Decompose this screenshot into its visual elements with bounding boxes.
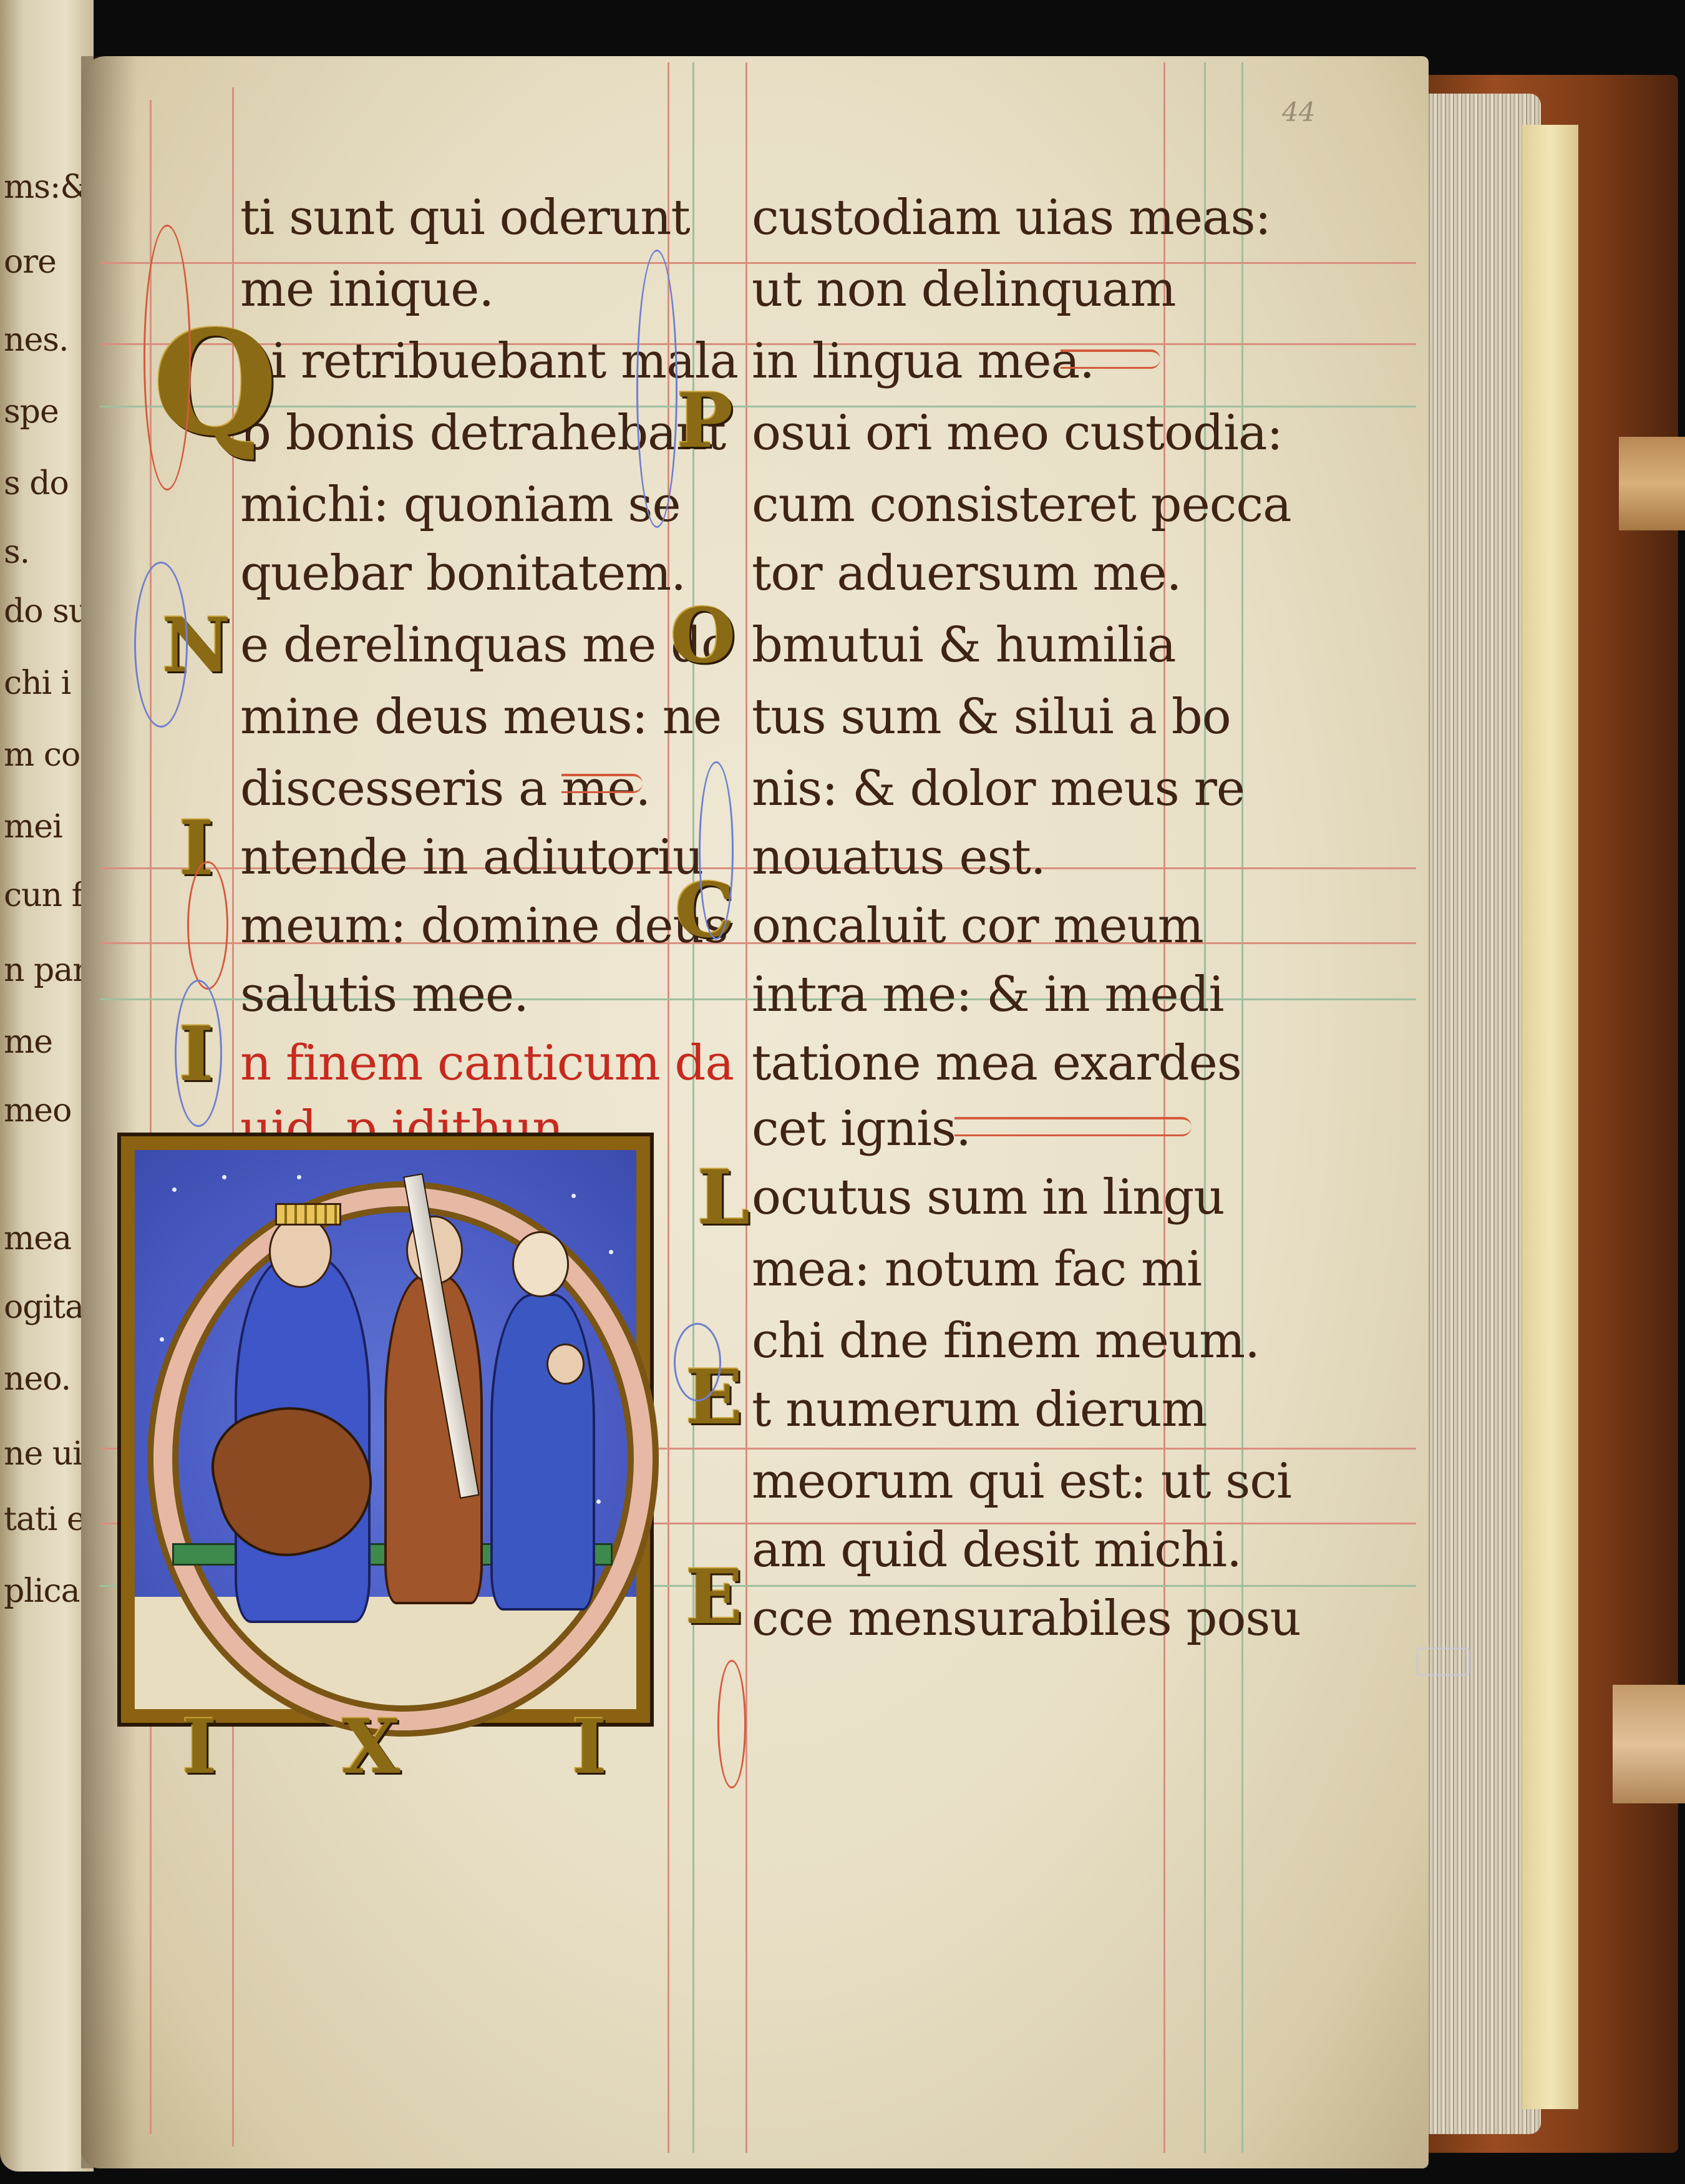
text-line: meum: domine deus (240, 898, 729, 954)
left-page-fragment: ne ui (4, 1435, 83, 1473)
text-line: quebar bonitatem. (240, 545, 686, 602)
initial-p: P (676, 377, 734, 465)
ruling-line (1204, 62, 1206, 2153)
clasp-strap-top (1619, 437, 1685, 530)
rubric-line: n finem canticum da (240, 1035, 734, 1091)
text-line: nis: & dolor meus re (752, 761, 1245, 817)
text-line: ntende in adiutoriu (240, 829, 704, 885)
left-page-fragment: s. (4, 534, 30, 571)
text-line: salutis mee. (240, 967, 529, 1023)
left-page-fragment: do su (4, 593, 89, 630)
woman-robe (490, 1294, 595, 1611)
ruling-line (1163, 62, 1165, 2153)
text-line: tor aduersum me. (752, 545, 1182, 602)
pen-flourish (187, 861, 228, 990)
ruling-line (745, 62, 747, 2153)
initial-stroke: I (571, 1703, 608, 1791)
dot-ornament (222, 1175, 226, 1179)
text-line: me inique. (240, 261, 494, 318)
text-line: e derelinquas me do (240, 617, 731, 673)
text-line: tatione mea exardes (752, 1035, 1242, 1091)
left-page-fragment: spe (4, 393, 59, 431)
text-line: osui ori meo custodia: (752, 405, 1283, 461)
left-page-fragment: ogita (4, 1289, 84, 1326)
pen-flourish (717, 1660, 746, 1788)
left-page-fragment: neo. (4, 1360, 71, 1398)
pen-flourish (134, 562, 188, 728)
text-line: nouatus est. (752, 829, 1046, 885)
left-page-fragment: mei (4, 808, 63, 846)
pen-flourish (636, 250, 677, 528)
woman-head (512, 1231, 569, 1297)
left-page-fragment: m co (4, 736, 80, 774)
line-filler (954, 1117, 1192, 1136)
line-filler (1061, 349, 1160, 369)
pen-flourish (674, 1323, 721, 1402)
left-page-fragment: mea (4, 1220, 72, 1257)
pastedown (1522, 125, 1578, 2109)
text-line: tus sum & silui a bo (752, 689, 1231, 745)
clasp-strap-bottom (1613, 1685, 1685, 1803)
line-filler (561, 774, 643, 793)
pen-flourish (699, 761, 734, 940)
text-line: ti sunt qui oderunt (240, 190, 691, 246)
crown (275, 1203, 341, 1226)
pen-flourish (143, 225, 191, 490)
text-line: chi dne finem meum. (752, 1313, 1260, 1369)
left-page-fragment: n para (4, 952, 94, 989)
dot-ornament (160, 1337, 164, 1342)
dot-ornament (609, 1250, 613, 1254)
left-page-fragment: tati e (4, 1501, 86, 1538)
text-line: ut non delinquam (752, 261, 1176, 318)
text-line: am quid desit michi. (752, 1522, 1242, 1578)
historiated-initial (117, 1133, 654, 1730)
text-line: ocutus sum in lingu (752, 1169, 1225, 1226)
left-page-fragment: chi i (4, 665, 71, 702)
left-page-fragment: nes. (4, 321, 69, 359)
text-line: meorum qui est: ut sci (752, 1453, 1292, 1509)
left-page-fragment: meo (4, 1092, 72, 1129)
initial-l: L (697, 1154, 750, 1242)
text-line: oncaluit cor meum (752, 898, 1204, 954)
dot-ornament (571, 1194, 576, 1198)
text-line: michi: quoniam se (240, 477, 681, 533)
text-line: t numerum dierum (752, 1382, 1208, 1438)
dot-ornament (297, 1175, 301, 1179)
text-line: intra me: & in medi (752, 967, 1225, 1023)
left-page-fragment: cun fe (4, 877, 94, 914)
text-line: bmutui & humilia (752, 617, 1176, 673)
ultramarine-ground (135, 1150, 653, 1730)
gutter-shadow (81, 56, 137, 2168)
pen-flourish (175, 980, 222, 1127)
text-line: cet ignis. (752, 1101, 971, 1157)
folio-number: 44 (1282, 97, 1316, 127)
text-line: mea: notum fac mi (752, 1241, 1202, 1297)
left-page-fragment: s do (4, 465, 69, 502)
initial-stroke: I (182, 1703, 218, 1791)
previous-page: ms:& ore nes. spe s do s. do su chi i m … (0, 0, 94, 2172)
child-head (546, 1343, 585, 1385)
left-page-fragment: plica (4, 1572, 80, 1610)
king-head (269, 1216, 332, 1288)
tab-marker (1416, 1647, 1470, 1676)
left-page-fragment: me (4, 1023, 53, 1061)
text-line: in lingua mea. (752, 333, 1095, 389)
initial-o: O (671, 592, 736, 680)
ruling-line (1241, 62, 1243, 2153)
text-line: cum consisteret pecca (752, 477, 1292, 533)
text-line: mine deus meus: ne (240, 689, 722, 745)
text-line: custodiam uias meas: (752, 190, 1271, 246)
text-line: cce mensurabiles posu (752, 1591, 1301, 1647)
initial-e: E (686, 1553, 743, 1641)
initial-stroke: X (342, 1703, 401, 1791)
dot-ornament (172, 1187, 177, 1192)
left-page-fragment: ore (4, 243, 57, 281)
left-page-fragment: ms:& (4, 168, 89, 206)
